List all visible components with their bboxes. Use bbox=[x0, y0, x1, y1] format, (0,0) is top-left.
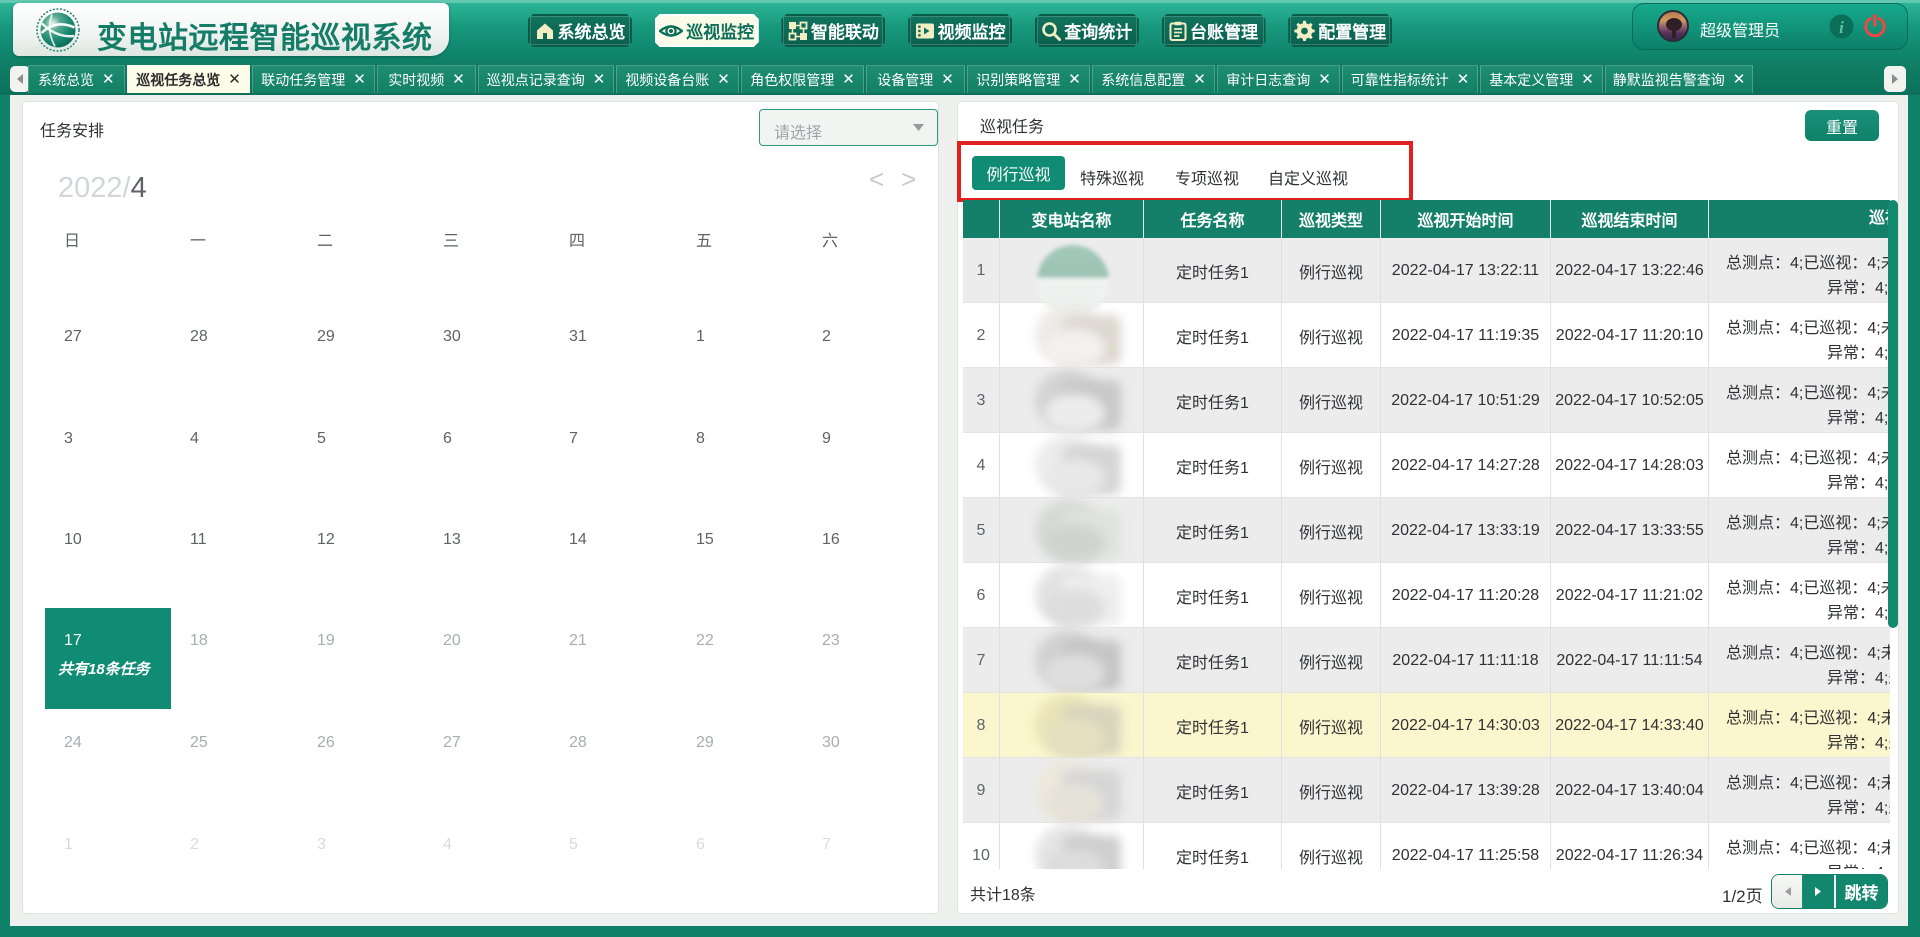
svg-text:i: i bbox=[1839, 18, 1844, 37]
